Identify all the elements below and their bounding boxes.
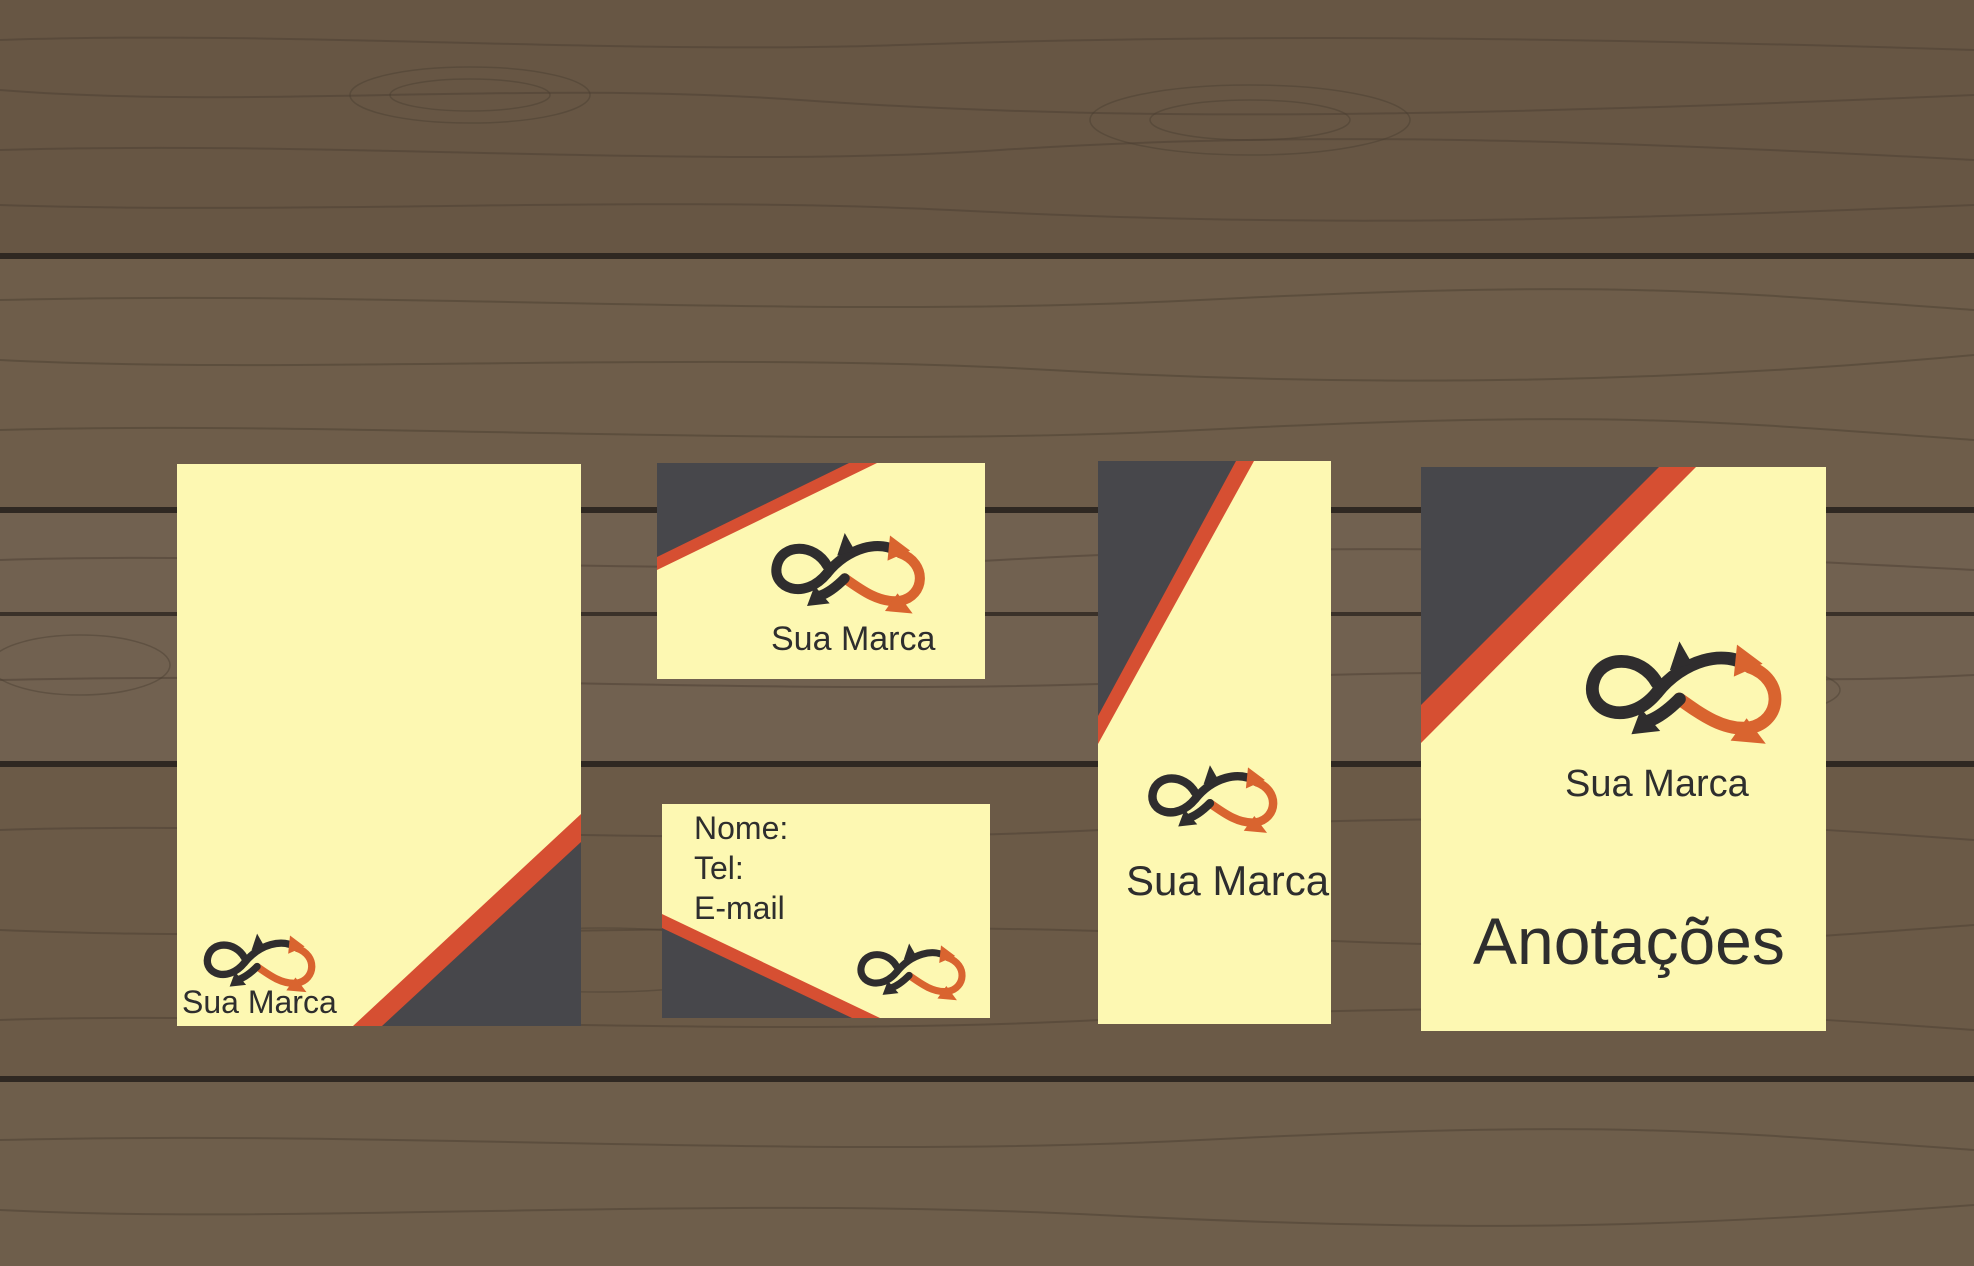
bookmark-brand-label: Sua Marca [1126,857,1330,904]
card-field-tel: Tel: [694,850,744,886]
card-front-brand-label: Sua Marca [771,620,936,658]
card-field-email: E-mail [694,890,785,926]
notebook-brand-label: Sua Marca [1565,763,1749,805]
bookmark-corner-graphic [1098,461,1254,744]
infinity-arrows-icon [757,528,935,616]
notebook-title: Anotações [1473,904,1785,978]
bookmark-card: Sua Marca [1098,461,1331,1024]
business-card-front: Sua Marca [657,463,985,679]
card-field-name: Nome: [694,810,789,846]
infinity-arrows-icon [848,940,972,1002]
letterhead-sheet: Sua Marca [177,464,581,1026]
notebook-cover: Sua Marca Anotações [1421,467,1826,1031]
business-card-back: Nome: Tel: E-mail [662,804,990,1018]
infinity-arrows-icon [1571,635,1791,747]
infinity-arrows-icon [1142,761,1280,835]
letterhead-brand-label: Sua Marca [182,984,337,1020]
